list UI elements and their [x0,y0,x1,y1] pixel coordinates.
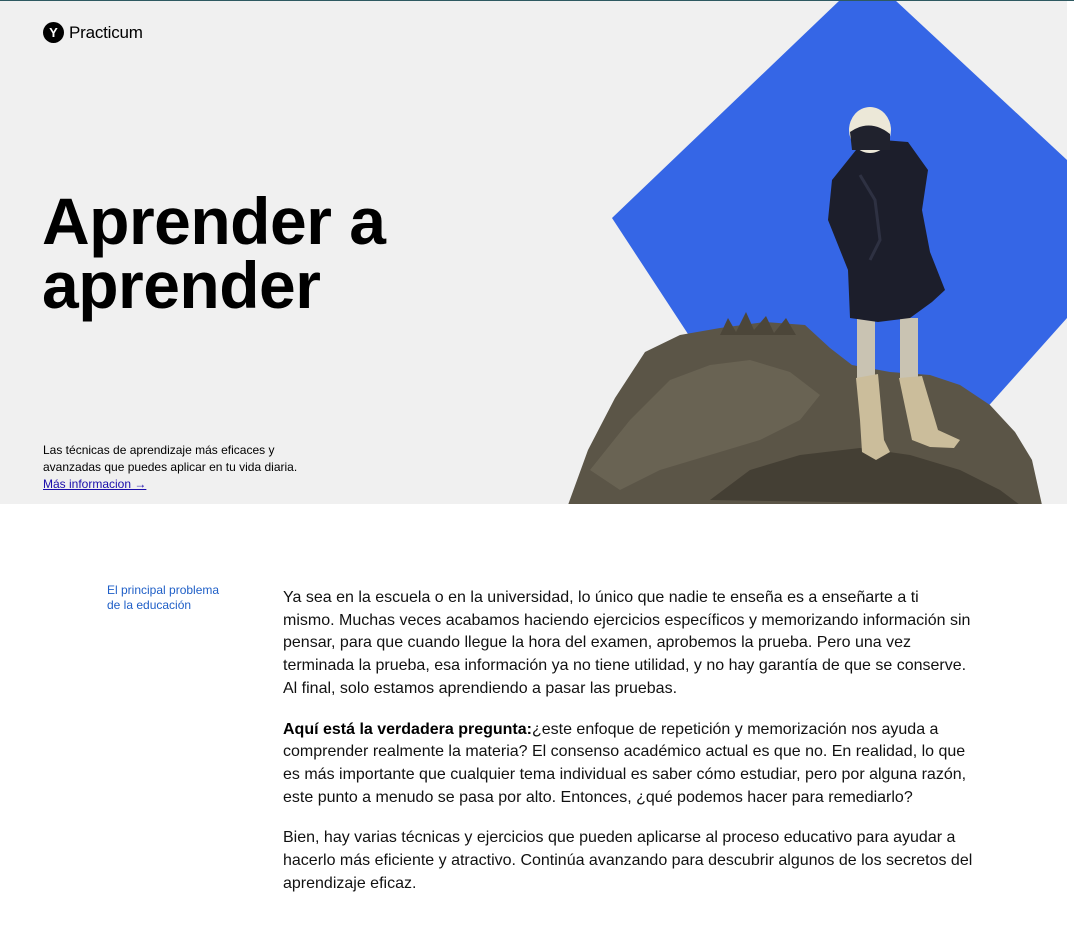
section-label-line-1: El principal problema [107,583,220,597]
hero-subtitle: Las técnicas de aprendizaje más eficaces… [43,443,298,474]
hero-banner: Y Practicum Aprender a aprender Las técn… [0,1,1067,504]
logo-text: Practicum [69,22,143,42]
page-title: Aprender a aprender [42,188,472,318]
page-title-line-2: aprender [42,248,321,322]
paragraph-2-lead: Aquí está la verdadera pregunta: [283,720,532,738]
article-body: Ya sea en la escuela o en la universidad… [283,587,973,913]
yandex-logo-icon: Y [43,22,64,43]
more-info-link[interactable]: Más informacion → [43,477,146,491]
hero-illustration [568,1,1067,504]
section-label: El principal problema de la educación [107,583,237,612]
article-paragraph-3: Bien, hay varias técnicas y ejercicios q… [283,829,973,892]
article-paragraph-2: Aquí está la verdadera pregunta:¿este en… [283,719,973,810]
practicum-logo[interactable]: Y Practicum [43,22,143,43]
section-label-line-2: de la educación [107,597,192,612]
article-paragraph-1: Ya sea en la escuela o en la universidad… [283,589,971,697]
page-title-line-1: Aprender a [42,184,386,258]
